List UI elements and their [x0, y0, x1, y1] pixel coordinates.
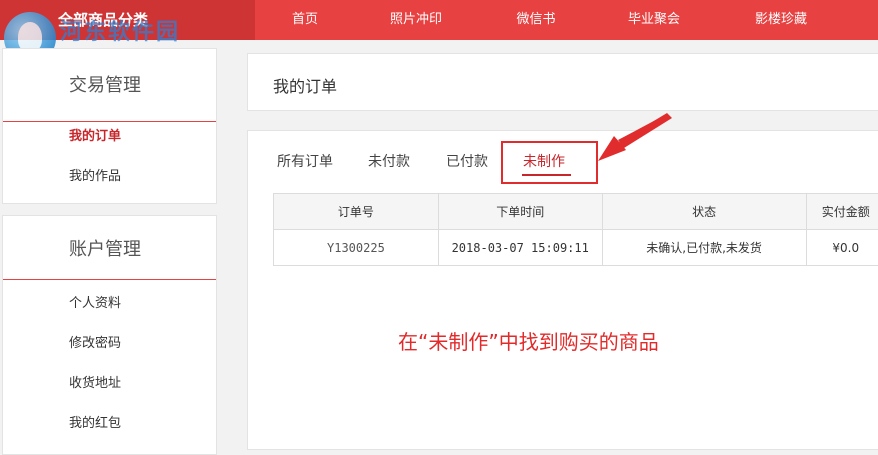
sidebar-trade-title: 交易管理 — [3, 49, 216, 122]
sidebar-item-change-password[interactable]: 修改密码 — [69, 332, 121, 351]
page-title: 我的订单 — [273, 73, 337, 97]
column-order-no: 订单号 — [274, 194, 439, 230]
top-nav-bar: 全部商品分类 首页 照片冲印 微信书 毕业聚会 影楼珍藏 — [0, 0, 878, 40]
sidebar-item-address[interactable]: 收货地址 — [69, 372, 121, 391]
nav-studio-collection[interactable]: 影楼珍藏 — [747, 0, 815, 40]
sidebar-item-profile[interactable]: 个人资料 — [69, 292, 121, 311]
tab-paid[interactable]: 已付款 — [446, 151, 488, 171]
nav-wechat-book[interactable]: 微信书 — [508, 0, 564, 40]
nav-photo-print[interactable]: 照片冲印 — [383, 0, 449, 40]
cell-amount: ¥0.0 — [806, 230, 878, 266]
category-menu[interactable]: 全部商品分类 — [0, 0, 255, 40]
sidebar-account-title: 账户管理 — [3, 216, 216, 280]
column-status: 状态 — [602, 194, 806, 230]
cell-status: 未确认,已付款,未发货 — [602, 230, 806, 266]
cell-order-no[interactable]: Y1300225 — [274, 230, 439, 266]
orders-box: 所有订单 未付款 已付款 未制作 订单号 下单时间 状态 实付金额 Y13002… — [247, 130, 878, 450]
sidebar-item-my-orders[interactable]: 我的订单 — [69, 125, 121, 144]
tab-all-orders[interactable]: 所有订单 — [277, 151, 333, 171]
annotation-hint-text: 在“未制作”中找到购买的商品 — [398, 326, 659, 355]
table-row[interactable]: Y1300225 2018-03-07 15:09:11 未确认,已付款,未发货… — [274, 230, 878, 266]
orders-table: 订单号 下单时间 状态 实付金额 Y1300225 2018-03-07 15:… — [273, 193, 878, 266]
column-amount: 实付金额 — [806, 194, 878, 230]
sidebar-account-panel: 账户管理 个人资料 修改密码 收货地址 我的红包 — [2, 215, 217, 455]
page-title-box: 我的订单 — [247, 53, 878, 111]
sidebar-trade-panel: 交易管理 我的订单 我的作品 — [2, 48, 217, 204]
sidebar-item-my-works[interactable]: 我的作品 — [69, 165, 121, 184]
sidebar-item-red-packet[interactable]: 我的红包 — [69, 412, 121, 431]
tab-unpaid[interactable]: 未付款 — [368, 151, 410, 171]
nav-home[interactable]: 首页 — [282, 0, 328, 40]
category-label: 全部商品分类 — [58, 11, 148, 29]
column-order-time: 下单时间 — [438, 194, 602, 230]
nav-graduation[interactable]: 毕业聚会 — [620, 0, 688, 40]
annotation-highlight-box — [501, 141, 598, 184]
cell-order-time: 2018-03-07 15:09:11 — [438, 230, 602, 266]
